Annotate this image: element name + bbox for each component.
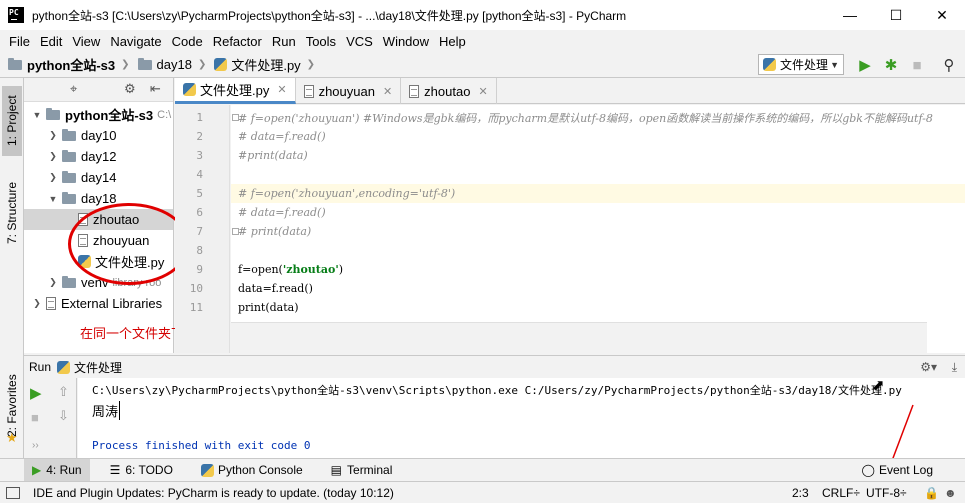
caret-position[interactable]: 2:3: [792, 486, 809, 500]
todo-icon: ☰: [109, 463, 121, 477]
annotation-arrow: [853, 404, 923, 503]
tool-window-label: Python Console: [217, 463, 303, 477]
python-icon: [200, 463, 214, 477]
tool-window-label: 6: TODO: [125, 463, 173, 477]
status-message[interactable]: IDE and Plugin Updates: PyCharm is ready…: [33, 486, 394, 500]
tool-window-label: Terminal: [347, 463, 393, 477]
inspector-icon[interactable]: ☻: [944, 486, 957, 500]
tool-window-label: 4: Run: [46, 463, 82, 477]
terminal-icon: ▤: [330, 463, 343, 477]
event-log-label: Event Log: [878, 463, 933, 477]
tool-window-terminal[interactable]: ▤ Terminal: [323, 459, 401, 482]
lock-icon[interactable]: 🔒: [924, 486, 939, 500]
play-icon: ▶: [32, 463, 42, 477]
toggle-tool-windows-icon[interactable]: [6, 486, 20, 499]
tool-window-pythonconsole[interactable]: Python Console: [193, 459, 311, 482]
tool-window-run[interactable]: ▶ 4: Run: [24, 458, 90, 482]
line-separator-select[interactable]: CRLF÷: [822, 486, 860, 500]
event-log-button[interactable]: ◯ Event Log: [862, 463, 933, 477]
tool-window-todo[interactable]: ☰ 6: TODO: [102, 459, 181, 482]
status-bar: IDE and Plugin Updates: PyCharm is ready…: [0, 481, 965, 503]
tool-window-bar: ▶ 4: Run ☰ 6: TODO Python Console ▤ Terminal ◯…: [0, 458, 965, 482]
mouse-cursor-icon: ⬈: [872, 377, 885, 394]
encoding-select[interactable]: UTF-8÷: [866, 486, 907, 500]
event-log-icon: ◯: [861, 463, 875, 477]
